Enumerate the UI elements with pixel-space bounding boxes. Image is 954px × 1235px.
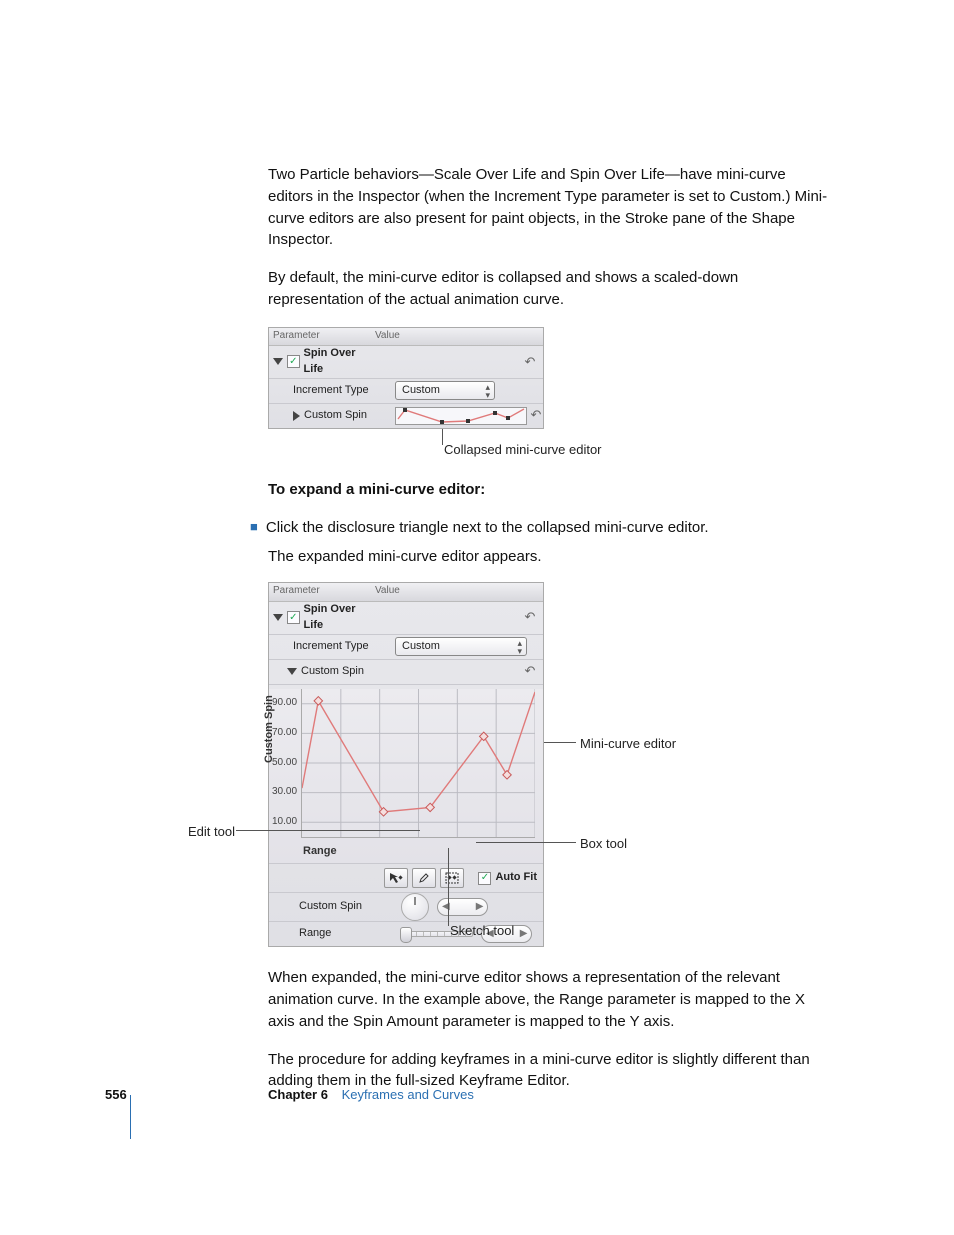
popup-arrows-icon: ▴▾ <box>517 639 520 655</box>
figure-expanded-inspector: Parameter Value ✓ Spin Over Life ↶ <box>208 582 834 947</box>
figure-collapsed-inspector: Parameter Value ✓ Spin Over Life ↶ Incre… <box>268 327 834 459</box>
parameter-label: Custom Spin <box>299 899 362 915</box>
paragraph: The procedure for adding keyframes in a … <box>268 1049 834 1093</box>
paragraph: Two Particle behaviors—Scale Over Life a… <box>268 164 834 251</box>
edit-tool-button[interactable] <box>384 868 408 888</box>
disclosure-triangle-icon[interactable] <box>273 614 283 621</box>
paragraph: By default, the mini-curve editor is col… <box>268 267 834 311</box>
y-tick-label: 10.00 <box>272 814 297 829</box>
arrow-keyframe-icon <box>389 872 403 884</box>
parameter-row: Custom Spin ◀▶ <box>269 893 543 922</box>
reset-button-icon[interactable]: ↶ <box>521 353 539 372</box>
chapter-number: Chapter 6 <box>268 1087 328 1102</box>
callout-label: Sketch tool <box>450 922 514 941</box>
disclosure-triangle-icon[interactable] <box>293 411 300 421</box>
procedure-step: Click the disclosure triangle next to th… <box>266 517 709 539</box>
parameter-label: Increment Type <box>293 639 369 655</box>
y-tick-label: 70.00 <box>272 726 297 741</box>
parameter-row: Custom Spin <box>269 404 543 428</box>
mini-curve-editor[interactable]: Custom Spin 10.0030.0050.0070.0090.00 Ra… <box>269 689 543 865</box>
box-tool-button[interactable] <box>440 868 464 888</box>
callout-label: Mini-curve editor <box>580 735 676 754</box>
parameter-row[interactable]: ✓ Spin Over Life ↶ <box>269 346 543 379</box>
column-header: Value <box>375 329 400 344</box>
parameter-label: Spin Over Life <box>304 346 375 378</box>
pencil-icon <box>418 872 430 884</box>
popup-arrows-icon: ▴▾ <box>485 383 488 399</box>
column-header: Parameter <box>273 329 375 344</box>
y-tick-label: 90.00 <box>272 696 297 711</box>
reset-button-icon[interactable]: ↶ <box>521 662 539 681</box>
callout-label: Box tool <box>580 835 627 854</box>
autofit-label: Auto Fit <box>495 870 537 886</box>
enable-checkbox[interactable]: ✓ <box>287 355 300 368</box>
inspector-panel: Parameter Value ✓ Spin Over Life ↶ <box>268 582 544 947</box>
increment-type-popup[interactable]: Custom ▴▾ <box>395 637 527 656</box>
stepper-left-icon[interactable]: ◀ <box>440 900 452 915</box>
margin-rule <box>130 1095 131 1139</box>
increment-type-popup[interactable]: Custom ▴▾ <box>395 381 495 400</box>
x-axis-title: Range <box>269 842 543 864</box>
reset-button-icon[interactable]: ↶ <box>527 406 545 425</box>
paragraph: When expanded, the mini-curve editor sho… <box>268 967 834 1032</box>
y-tick-label: 30.00 <box>272 785 297 800</box>
stepper-right-icon[interactable]: ▶ <box>474 900 486 915</box>
column-header: Value <box>375 584 400 599</box>
page-number: 556 <box>105 1087 127 1102</box>
procedure-heading: To expand a mini-curve editor: <box>268 479 834 501</box>
parameter-row[interactable]: ✓ Spin Over Life ↶ <box>269 602 543 635</box>
popup-value: Custom <box>402 383 440 399</box>
procedure-result: The expanded mini-curve editor appears. <box>268 546 834 568</box>
disclosure-triangle-icon[interactable] <box>273 358 283 365</box>
parameter-row: Increment Type Custom ▴▾ <box>269 635 543 660</box>
enable-checkbox[interactable]: ✓ <box>287 611 300 624</box>
inspector-panel: Parameter Value ✓ Spin Over Life ↶ Incre… <box>268 327 544 429</box>
spin-value-field[interactable]: ◀▶ <box>437 898 488 916</box>
spin-dial[interactable] <box>401 893 429 921</box>
parameter-row: Increment Type Custom ▴▾ <box>269 379 543 404</box>
callout-label: Collapsed mini-curve editor <box>444 441 602 460</box>
disclosure-triangle-icon[interactable] <box>287 668 297 675</box>
curve-toolbar: ✓ Auto Fit <box>269 864 543 893</box>
bullet-icon: ■ <box>250 517 258 539</box>
parameter-row: Custom Spin ↶ <box>269 660 543 685</box>
mini-curve-collapsed[interactable] <box>395 407 527 425</box>
parameter-label: Custom Spin <box>301 664 364 680</box>
parameter-label: Increment Type <box>293 383 369 399</box>
chapter-title: Keyframes and Curves <box>342 1087 474 1102</box>
sketch-tool-button[interactable] <box>412 868 436 888</box>
reset-button-icon[interactable]: ↶ <box>521 608 539 627</box>
parameter-label: Spin Over Life <box>304 602 375 634</box>
parameter-label: Custom Spin <box>304 408 367 424</box>
stepper-right-icon[interactable]: ▶ <box>518 927 530 942</box>
y-tick-label: 50.00 <box>272 755 297 770</box>
parameter-label: Range <box>299 926 331 942</box>
callout-label: Edit tool <box>188 823 235 842</box>
column-header: Parameter <box>273 584 375 599</box>
popup-value: Custom <box>402 639 440 655</box>
autofit-checkbox[interactable]: ✓ <box>478 872 491 885</box>
